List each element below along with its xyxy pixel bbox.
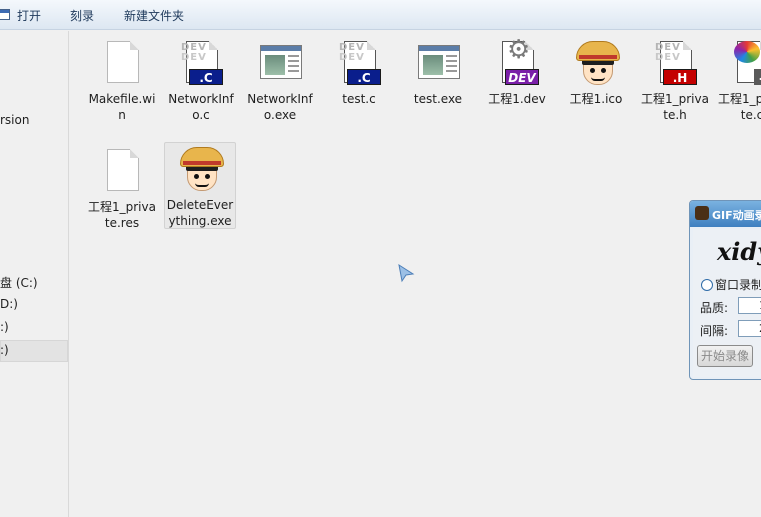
file-item[interactable]: NetworkInfo.exe — [244, 39, 316, 123]
resource-file-icon: .R — [728, 39, 761, 87]
luffy-image-icon — [176, 145, 224, 193]
interval-label: 间隔: — [700, 324, 729, 338]
luffy-image-icon — [572, 39, 620, 87]
nav-selection-highlight — [0, 340, 68, 362]
file-item[interactable]: ⚙ DEV 工程1.dev — [481, 35, 553, 107]
executable-icon — [256, 39, 304, 87]
dev-project-icon: ⚙ DEV — [493, 35, 541, 87]
executable-icon — [414, 39, 462, 87]
app-icon — [695, 206, 709, 220]
file-name: 工程1_private.c — [718, 92, 761, 122]
file-item[interactable]: .R 工程1_private.c — [716, 39, 761, 123]
file-name: Makefile.win — [88, 92, 156, 122]
file-list: Makefile.win DEV DEV .C NetworkInfo.c Ne… — [70, 31, 761, 517]
file-item[interactable]: DEV DEV .C NetworkInfo.c — [165, 39, 237, 123]
color-wheel-icon — [734, 41, 760, 63]
c-source-file-icon: DEV DEV .C — [335, 39, 383, 87]
new-folder-button[interactable]: 新建文件夹 — [124, 7, 184, 24]
navigation-pane: rsion 盘 (C:) D:) :) :) — [0, 31, 69, 517]
blank-file-icon — [98, 147, 146, 195]
file-item[interactable]: DEV DEV .C test.c — [323, 39, 395, 107]
blank-file-icon — [98, 39, 146, 87]
nav-item-drive-e[interactable]: :) — [0, 320, 9, 334]
open-button[interactable]: 打开 — [17, 7, 41, 24]
quality-input[interactable]: 1 — [738, 297, 761, 314]
file-name: 工程1.ico — [569, 92, 623, 106]
interval-input[interactable]: 2 — [738, 320, 761, 337]
gear-icon: ⚙ — [507, 35, 531, 65]
window-titlebar[interactable]: GIF动画录 — [690, 201, 761, 227]
burn-button[interactable]: 刻录 — [70, 7, 94, 24]
file-name: 工程1_private.res — [88, 200, 156, 230]
file-name: 工程1_private.h — [641, 92, 709, 122]
file-item[interactable]: test.exe — [402, 39, 474, 107]
open-icon — [0, 9, 10, 20]
start-recording-button[interactable]: 开始录像 — [697, 345, 753, 367]
window-body: xidy 窗口录制 品质: 1 间隔: 2 开始录像 — [693, 229, 761, 377]
app-logo: xidy — [717, 237, 761, 266]
nav-item-drive-d[interactable]: D:) — [0, 297, 18, 311]
file-name: test.c — [342, 92, 376, 106]
window-record-radio[interactable] — [701, 279, 713, 291]
file-name: DeleteEverything.exe — [166, 198, 234, 228]
header-file-icon: DEV DEV .H — [651, 39, 699, 87]
file-name: test.exe — [413, 92, 463, 106]
file-item[interactable]: Makefile.win — [86, 39, 158, 123]
quality-label: 品质: — [700, 301, 729, 315]
file-item[interactable]: 工程1_private.res — [86, 147, 158, 231]
nav-item-version[interactable]: rsion — [0, 113, 29, 127]
window-title: GIF动画录 — [712, 209, 761, 222]
nav-item-drive-f[interactable]: :) — [0, 343, 9, 357]
c-source-file-icon: DEV DEV .C — [177, 39, 225, 87]
window-record-label: 窗口录制 — [715, 278, 761, 292]
file-name: 工程1.dev — [488, 92, 546, 106]
file-item[interactable]: 工程1.ico — [560, 39, 632, 107]
file-name: NetworkInfo.exe — [247, 92, 313, 122]
gif-recorder-window[interactable]: GIF动画录 xidy 窗口录制 品质: 1 间隔: 2 开始录像 — [689, 200, 761, 380]
file-item-selected[interactable]: DeleteEverything.exe — [164, 142, 236, 229]
command-bar: 打开 刻录 新建文件夹 — [0, 0, 761, 30]
file-item[interactable]: DEV DEV .H 工程1_private.h — [639, 39, 711, 123]
file-name: NetworkInfo.c — [168, 92, 234, 122]
mouse-cursor-icon — [398, 263, 415, 283]
nav-item-drive-c[interactable]: 盘 (C:) — [0, 274, 38, 291]
